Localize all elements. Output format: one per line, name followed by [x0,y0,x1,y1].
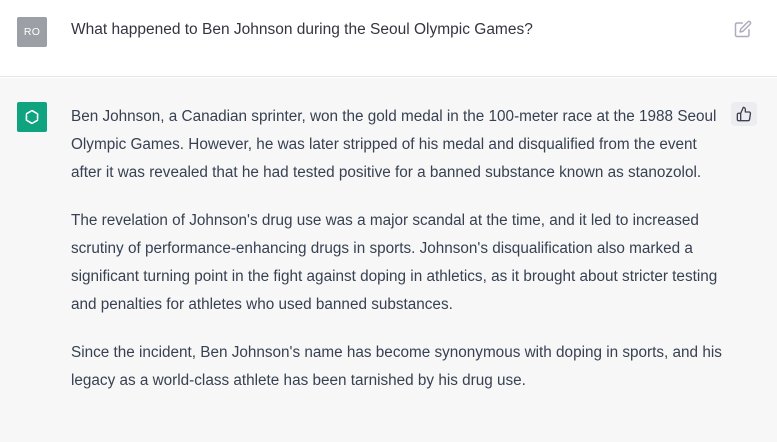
answer-paragraph: The revelation of Johnson's drug use was… [71,212,718,313]
openai-logo-icon [17,102,47,132]
answer-paragraph: Since the incident, Ben Johnson's name h… [71,344,722,389]
avatar: RO [17,17,47,47]
thumbs-up-icon[interactable] [731,102,757,126]
assistant-answer: Ben Johnson, a Canadian sprinter, won th… [71,103,731,415]
assistant-message-row: Ben Johnson, a Canadian sprinter, won th… [0,78,777,442]
answer-paragraph: Ben Johnson, a Canadian sprinter, won th… [71,108,717,181]
user-message-text: What happened to Ben Johnson during the … [71,21,533,38]
edit-icon[interactable] [734,20,752,38]
user-message-row: RO What happened to Ben Johnson during t… [0,0,777,77]
